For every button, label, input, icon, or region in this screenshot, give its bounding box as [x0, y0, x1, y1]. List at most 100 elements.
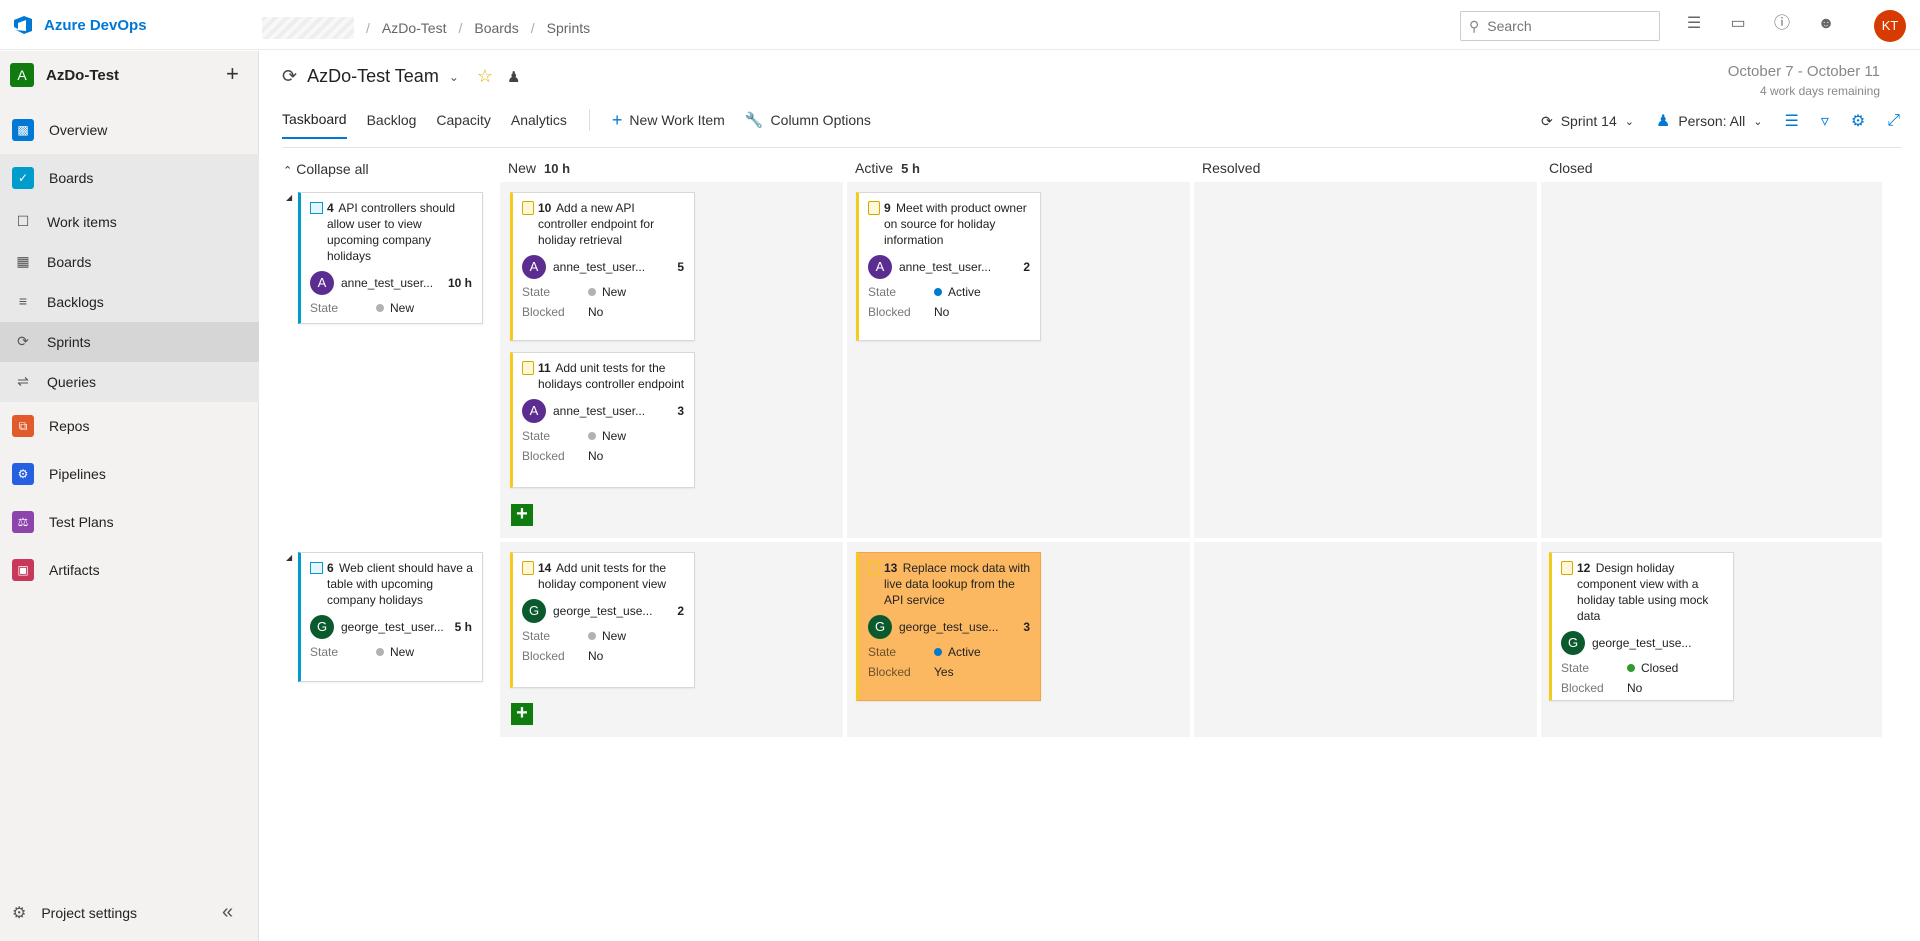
- project-settings[interactable]: ⚙ Project settings: [12, 903, 137, 923]
- add-task-button[interactable]: +: [511, 703, 533, 725]
- task-card[interactable]: 12 Design holiday component view with a …: [1549, 552, 1734, 701]
- work-item-id: 11: [538, 361, 551, 375]
- work-items-icon: ☐: [16, 213, 30, 229]
- owner-name[interactable]: george_test_user...: [341, 620, 444, 634]
- sprint-picker[interactable]: ⟳ Sprint 14 ⌄: [1541, 113, 1634, 130]
- marketplace-icon[interactable]: ▭: [1729, 14, 1747, 34]
- boards-hub-icon: ✓: [12, 167, 34, 189]
- owner-name[interactable]: anne_test_user...: [553, 260, 645, 274]
- state-label: State: [1561, 660, 1590, 675]
- tab-taskboard[interactable]: Taskboard: [282, 111, 347, 139]
- crumb-boards[interactable]: Boards: [474, 20, 518, 36]
- settings-gear-icon[interactable]: ⚙: [1851, 111, 1865, 131]
- work-item-title[interactable]: Meet with product owner on source for ho…: [884, 201, 1027, 247]
- nav-overview[interactable]: ▩ Overview: [0, 106, 259, 154]
- blocked-value[interactable]: No: [588, 305, 603, 319]
- nav-queries[interactable]: ⇌ Queries: [0, 362, 259, 402]
- work-item-title[interactable]: Web client should have a table with upco…: [327, 561, 473, 607]
- nav-pipelines[interactable]: ⚙ Pipelines: [0, 450, 259, 498]
- work-item-title[interactable]: Add unit tests for the holiday component…: [538, 561, 666, 591]
- chevron-down-icon[interactable]: ⌄: [449, 70, 459, 84]
- crumb-project[interactable]: AzDo-Test: [382, 20, 447, 36]
- azure-devops-logo[interactable]: Azure DevOps: [12, 14, 147, 36]
- tab-analytics[interactable]: Analytics: [511, 112, 567, 138]
- story-card[interactable]: 4 API controllers should allow user to v…: [298, 192, 483, 324]
- state-value[interactable]: New: [376, 645, 414, 659]
- owner-avatar: G: [1561, 631, 1585, 655]
- new-work-item-button[interactable]: + New Work Item: [612, 110, 725, 141]
- nav-boards[interactable]: ▦ Boards: [0, 242, 259, 282]
- blocked-value[interactable]: No: [1627, 681, 1642, 695]
- task-card[interactable]: 9 Meet with product owner on source for …: [856, 192, 1041, 341]
- state-value[interactable]: Closed: [1627, 661, 1678, 675]
- collapse-all-button[interactable]: ⌃ Collapse all: [283, 161, 369, 177]
- owner-name[interactable]: anne_test_user...: [341, 276, 433, 290]
- tab-backlog[interactable]: Backlog: [367, 112, 417, 138]
- task-list-icon[interactable]: ☰: [1685, 14, 1703, 34]
- person-filter[interactable]: ♟ Person: All ⌄: [1656, 111, 1763, 131]
- work-item-title[interactable]: Add a new API controller endpoint for ho…: [538, 201, 654, 247]
- user-settings-icon[interactable]: ☻: [1817, 14, 1835, 34]
- tab-capacity[interactable]: Capacity: [436, 112, 490, 138]
- story-card[interactable]: 6 Web client should have a table with up…: [298, 552, 483, 682]
- task-card-blocked[interactable]: 13 Replace mock data with live data look…: [856, 552, 1041, 701]
- blocked-value[interactable]: No: [588, 449, 603, 463]
- column-options-button[interactable]: 🔧 Column Options: [745, 111, 871, 139]
- nav-repos[interactable]: ⧉ Repos: [0, 402, 259, 450]
- nav-work-items[interactable]: ☐ Work items: [0, 202, 259, 242]
- work-item-title[interactable]: API controllers should allow user to vie…: [327, 201, 455, 263]
- owner-name[interactable]: george_test_use...: [899, 620, 998, 634]
- state-value[interactable]: Active: [934, 285, 981, 299]
- new-item-plus-icon[interactable]: +: [226, 61, 239, 87]
- fullscreen-icon[interactable]: ⤢: [1887, 112, 1900, 130]
- collapse-row-triangle-icon[interactable]: ◢: [286, 553, 292, 562]
- task-card[interactable]: 11 Add unit tests for the holidays contr…: [510, 352, 695, 488]
- work-item-title[interactable]: Replace mock data with live data lookup …: [884, 561, 1030, 607]
- state-value[interactable]: New: [588, 629, 626, 643]
- work-item-title[interactable]: Add unit tests for the holidays controll…: [538, 361, 684, 391]
- view-options-icon[interactable]: ☰: [1784, 111, 1798, 131]
- task-card[interactable]: 10 Add a new API controller endpoint for…: [510, 192, 695, 341]
- blocked-value[interactable]: Yes: [934, 665, 954, 679]
- organization-crumb[interactable]: [262, 17, 354, 39]
- nav-test-plans[interactable]: ⚖ Test Plans: [0, 498, 259, 546]
- azure-devops-icon: [14, 16, 32, 34]
- state-value[interactable]: New: [588, 285, 626, 299]
- remaining-work[interactable]: 3: [677, 404, 684, 418]
- remaining-work[interactable]: 5: [677, 260, 684, 274]
- crumb-sprints[interactable]: Sprints: [547, 20, 591, 36]
- collapse-nav-icon[interactable]: «: [222, 901, 233, 924]
- owner-name[interactable]: george_test_use...: [553, 604, 652, 618]
- remaining-work[interactable]: 2: [1023, 260, 1030, 274]
- project-header[interactable]: A AzDo-Test: [10, 63, 119, 87]
- task-card[interactable]: 14 Add unit tests for the holiday compon…: [510, 552, 695, 688]
- help-icon[interactable]: ⓘ: [1773, 14, 1791, 34]
- blocked-value[interactable]: No: [588, 649, 603, 663]
- user-avatar[interactable]: KT: [1874, 10, 1906, 42]
- work-item-title[interactable]: Design holiday component view with a hol…: [1577, 561, 1708, 623]
- state-label: State: [522, 628, 551, 643]
- team-members-icon[interactable]: ♟: [507, 68, 520, 86]
- filter-icon[interactable]: ▿: [1821, 111, 1829, 131]
- favorite-star-icon[interactable]: ☆: [477, 66, 493, 87]
- collapse-row-triangle-icon[interactable]: ◢: [286, 193, 292, 202]
- nav-artifacts[interactable]: ▣ Artifacts: [0, 546, 259, 594]
- remaining-work[interactable]: 2: [677, 604, 684, 618]
- nav-sprints[interactable]: ⟳ Sprints: [0, 322, 259, 362]
- nav-boards-hub[interactable]: ✓ Boards: [0, 154, 259, 202]
- owner-name[interactable]: george_test_use...: [1592, 636, 1691, 650]
- search-input[interactable]: [1487, 18, 1638, 34]
- state-value[interactable]: New: [376, 301, 414, 315]
- owner-name[interactable]: anne_test_user...: [553, 404, 645, 418]
- state-value[interactable]: New: [588, 429, 626, 443]
- add-task-button[interactable]: +: [511, 504, 533, 526]
- nav-backlogs[interactable]: ≡ Backlogs: [0, 282, 259, 322]
- search-box[interactable]: ⚲: [1460, 11, 1660, 41]
- blocked-value[interactable]: No: [934, 305, 949, 319]
- date-range: October 7 - October 11: [1727, 63, 1880, 80]
- owner-name[interactable]: anne_test_user...: [899, 260, 991, 274]
- state-value[interactable]: Active: [934, 645, 981, 659]
- team-selector[interactable]: ⟳ AzDo-Test Team ⌄ ☆ ♟: [282, 66, 520, 87]
- remaining-work[interactable]: 3: [1023, 620, 1030, 634]
- state-dot: [588, 431, 596, 440]
